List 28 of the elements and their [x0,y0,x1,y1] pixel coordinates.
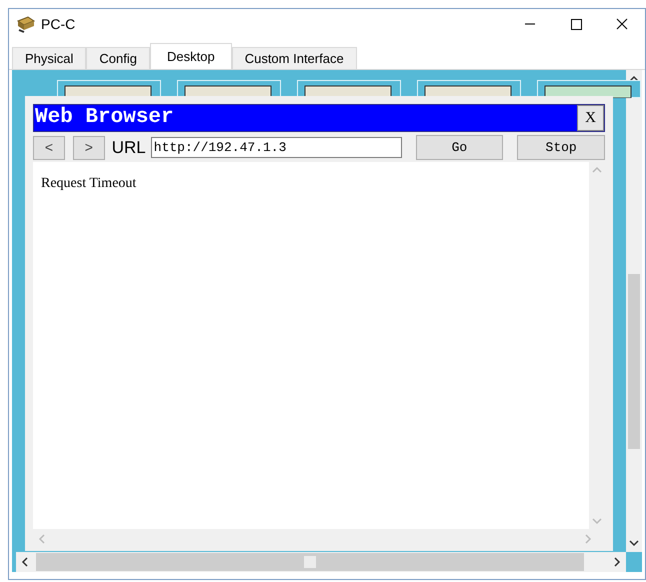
scroll-right-icon[interactable] [612,557,622,567]
url-label: URL [112,136,146,159]
scroll-left-icon[interactable] [20,557,30,567]
desktop-icon[interactable] [177,80,281,98]
tab[interactable]: Custom Interface [232,47,357,69]
desktop-icon[interactable] [57,80,161,98]
scrollbar-corner [626,552,642,572]
tab[interactable]: Physical [12,47,86,69]
back-button[interactable]: < [33,136,65,160]
window-title: PC-C [41,14,76,34]
app-icon [16,15,36,33]
desktop-icon[interactable] [537,80,641,98]
forward-button[interactable]: > [72,136,105,160]
scroll-thumb[interactable] [628,274,640,448]
vertical-scrollbar[interactable] [626,70,642,552]
browser-title: Web Browser [35,105,174,132]
url-field[interactable]: http://192.47.1.3 [150,137,402,158]
tab[interactable]: Config [86,47,150,69]
stop-button[interactable]: Stop [517,135,605,160]
scroll-down-icon[interactable] [629,538,639,548]
close-button[interactable]: X [577,105,604,131]
scroll-thumb[interactable] [304,556,316,568]
page-text: Request Timeout [41,176,136,191]
go-button[interactable]: Go [416,135,504,160]
desktop-icon[interactable] [417,80,521,98]
tab[interactable]: Desktop [150,43,232,69]
horizontal-scrollbar[interactable] [16,552,626,572]
desktop-icon[interactable] [297,80,401,98]
